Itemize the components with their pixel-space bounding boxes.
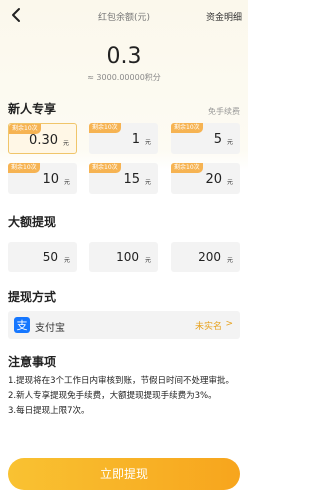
withdraw-page: 红包余额(元) 资金明细 0.3 ≈ 3000.00000积分 新人专享 免手续… <box>0 0 248 499</box>
remaining-badge: 剩余10次 <box>171 123 203 133</box>
large-option-2[interactable]: 200 元 <box>171 242 240 272</box>
note-item: 2.新人专享提现免手续费，大额提现提现手续费为3%。 <box>8 391 217 401</box>
newbie-option-5[interactable]: 剩余10次 20 元 <box>171 163 240 194</box>
newbie-fee-note: 免手续费 <box>208 107 240 116</box>
option-unit: 元 <box>144 179 151 186</box>
option-unit: 元 <box>226 139 233 146</box>
newbie-option-1[interactable]: 剩余10次 1 元 <box>89 123 158 154</box>
option-unit: 元 <box>62 140 69 147</box>
remaining-badge: 剩余10次 <box>89 163 121 173</box>
option-amount: 100 <box>116 250 139 264</box>
note-item: 1.提现将在3个工作日内审核到账，节假日时间不处理审批。 <box>8 376 235 386</box>
withdraw-now-button[interactable]: 立即提现 <box>8 458 240 490</box>
option-amount: 1 <box>131 132 140 147</box>
newbie-option-2[interactable]: 剩余10次 5 元 <box>171 123 240 154</box>
option-amount: 5 <box>213 132 222 147</box>
method-name: 支付宝 <box>35 323 65 334</box>
chevron-right-icon: > <box>225 319 233 329</box>
method-section-title: 提现方式 <box>8 290 57 304</box>
header: 红包余额(元) 资金明细 <box>0 0 248 32</box>
option-unit: 元 <box>144 139 151 146</box>
balance-points: ≈ 3000.00000积分 <box>87 73 161 82</box>
alipay-method-row[interactable]: 支 支付宝 未实名 > <box>8 311 240 339</box>
note-item: 3.每日提现上限7次。 <box>8 406 90 416</box>
newbie-option-4[interactable]: 剩余10次 15 元 <box>89 163 158 194</box>
remaining-badge: 剩余10次 <box>171 163 203 173</box>
verification-status: 未实名 <box>194 322 222 332</box>
balance-amount: 0.3 <box>106 44 142 69</box>
alipay-icon: 支 <box>14 317 30 333</box>
option-unit: 元 <box>63 257 70 264</box>
option-amount: 200 <box>198 250 221 264</box>
newbie-section-title: 新人专享 <box>8 102 57 116</box>
option-unit: 元 <box>226 257 233 264</box>
fund-details-link[interactable]: 资金明细 <box>206 10 242 23</box>
option-amount: 0.30 <box>29 133 58 148</box>
large-section-title: 大额提现 <box>8 215 57 229</box>
large-option-1[interactable]: 100 元 <box>89 242 158 272</box>
remaining-badge: 剩余10次 <box>8 163 40 173</box>
notes-section-title: 注意事项 <box>8 355 57 369</box>
option-amount: 50 <box>42 250 58 264</box>
notes-list: 1.提现将在3个工作日内审核到账，节假日时间不处理审批。 2.新人专享提现免手续… <box>8 374 242 419</box>
newbie-option-0[interactable]: 剩余10次 0.30 元 <box>8 123 77 154</box>
option-unit: 元 <box>144 257 151 264</box>
option-amount: 20 <box>205 172 222 187</box>
option-amount: 15 <box>123 172 140 187</box>
option-amount: 10 <box>42 172 59 187</box>
remaining-badge: 剩余10次 <box>89 123 121 133</box>
option-unit: 元 <box>63 179 70 186</box>
large-option-0[interactable]: 50 元 <box>8 242 77 272</box>
newbie-option-3[interactable]: 剩余10次 10 元 <box>8 163 77 194</box>
option-unit: 元 <box>226 179 233 186</box>
svg-text:支: 支 <box>17 319 28 332</box>
